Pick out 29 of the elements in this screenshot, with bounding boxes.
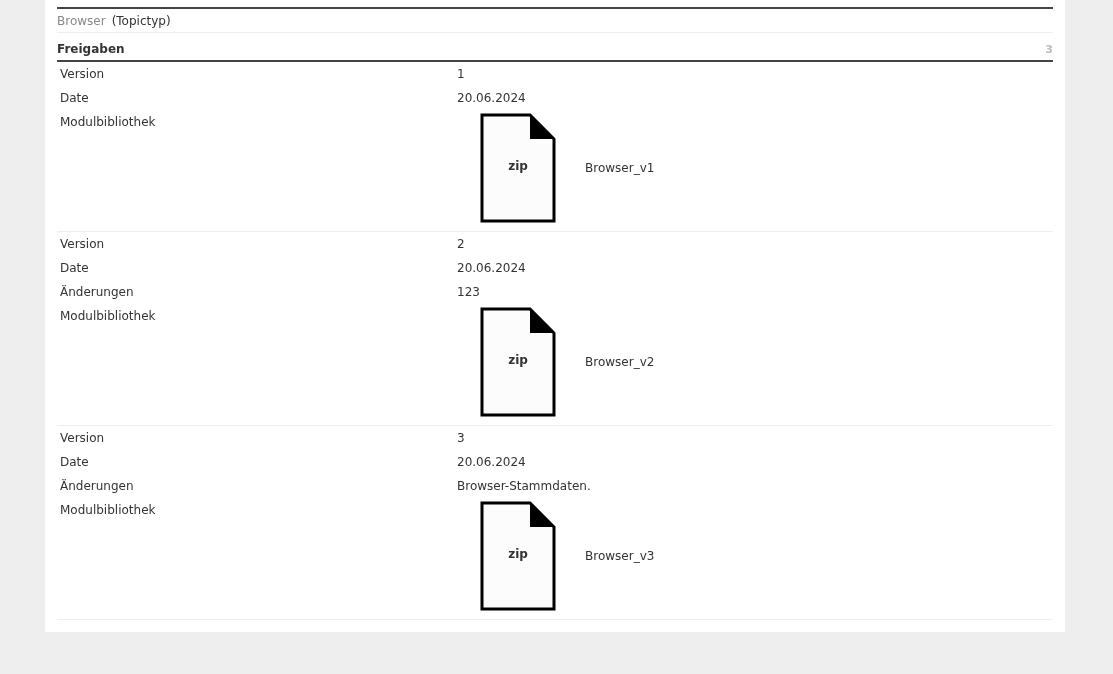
field-label: Date [59, 90, 90, 107]
file-name[interactable]: Browser_v2 [585, 355, 655, 369]
field-label: Date [59, 260, 90, 277]
field-label: Date [59, 454, 90, 471]
file-name[interactable]: Browser_v3 [585, 549, 655, 563]
field-value: 123 [457, 284, 480, 301]
field-value: 1 [457, 66, 465, 83]
zip-file-icon[interactable]: zip [480, 307, 556, 417]
field-value: 20.06.2024 [457, 90, 526, 107]
zip-file-icon[interactable]: zip [480, 113, 556, 223]
field-value: Browser-Stammdaten. [457, 478, 591, 495]
zip-file-icon[interactable]: zip [480, 501, 556, 611]
field-label: Version [59, 66, 106, 83]
field-value: 2 [457, 236, 465, 253]
field-label: Version [59, 430, 106, 447]
field-value: 20.06.2024 [457, 260, 526, 277]
field-label: Änderungen [59, 478, 135, 495]
field-label: Modulbibliothek [59, 502, 157, 519]
topic-type: (Topictyp) [111, 13, 171, 28]
section-title: Freigaben [57, 42, 125, 56]
field-value: 3 [457, 430, 465, 447]
field-label: Modulbibliothek [59, 308, 157, 325]
file-name[interactable]: Browser_v1 [585, 161, 655, 175]
field-label: Änderungen [59, 284, 135, 301]
field-value: 20.06.2024 [457, 454, 526, 471]
field-label: Modulbibliothek [59, 114, 157, 131]
field-label: Version [59, 236, 106, 253]
topic-name[interactable]: Browser [57, 13, 106, 28]
section-count: 3 [1045, 43, 1053, 56]
